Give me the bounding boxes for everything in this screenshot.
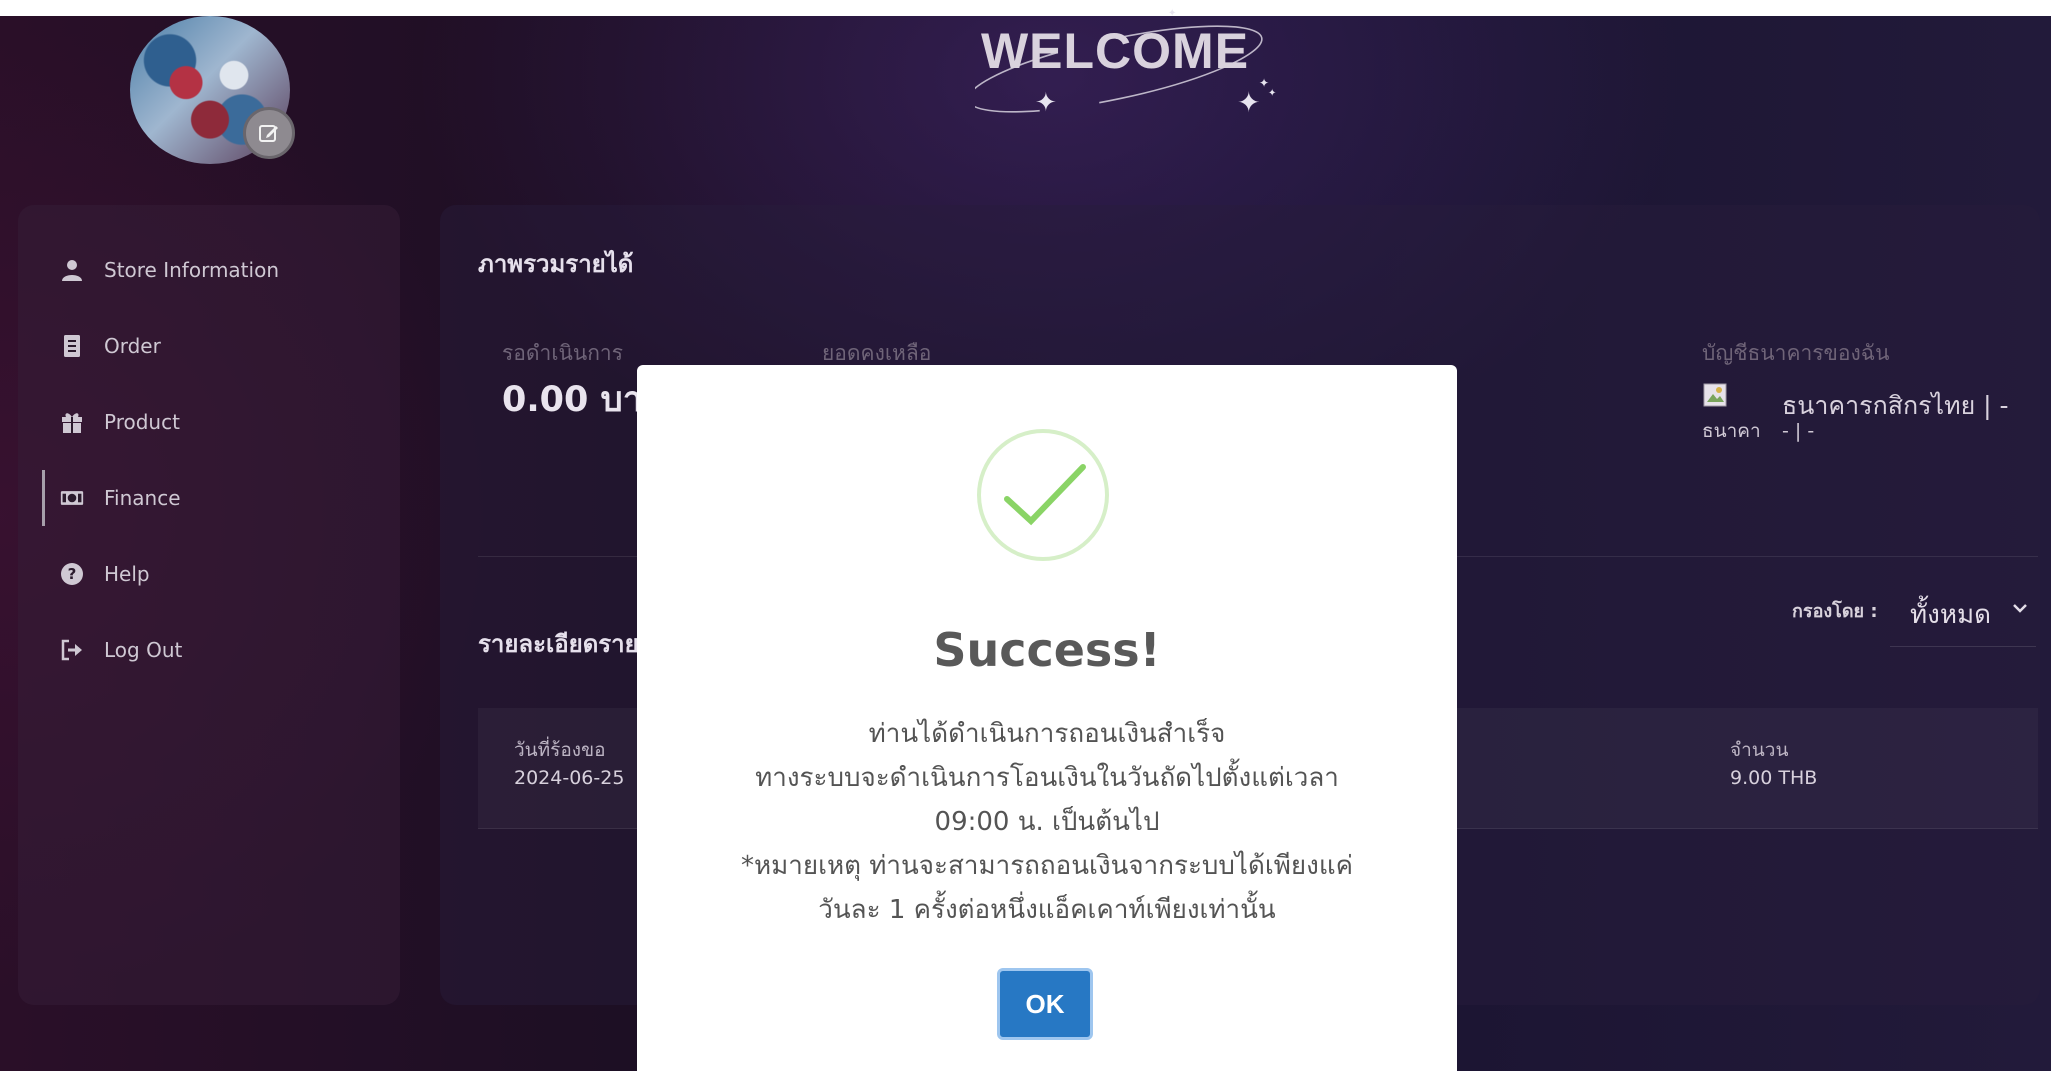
money-icon [60, 486, 84, 510]
dialog-message-line: 09:00 น. เป็นต้นไป [934, 807, 1160, 837]
row-date: 2024-06-25 [514, 767, 625, 789]
document-icon [60, 334, 84, 358]
dialog-message-line: วันละ 1 ครั้งต่อหนึ่งแอ็คเคาท์เพียงเท่าน… [818, 895, 1276, 925]
sparkle-icon: ✦ [1035, 88, 1057, 118]
dialog-message-line: ท่านได้ดำเนินการถอนเงินสำเร็จ [868, 719, 1226, 749]
bank-account-extra: - | - [1782, 420, 1815, 442]
ok-button[interactable]: OK [997, 968, 1093, 1040]
gift-icon [60, 410, 84, 434]
sidebar-item-label: Finance [104, 486, 181, 510]
sidebar-item-product[interactable]: Product [60, 402, 180, 442]
bank-label: บัญชีธนาคารของฉัน [1702, 341, 1890, 365]
filter-value: ทั้งหมด [1910, 600, 1991, 630]
sidebar-item-help[interactable]: ? Help [60, 554, 150, 594]
bank-image-alt: ธนาคา [1702, 420, 1761, 442]
edit-avatar-button[interactable] [243, 107, 295, 159]
logout-icon [60, 638, 84, 662]
sidebar-item-store-information[interactable]: Store Information [60, 250, 279, 290]
sidebar [18, 205, 400, 1005]
pending-value: 0.00 บา [502, 380, 643, 420]
sidebar-item-label: Product [104, 410, 180, 434]
sparkle-icon: ✦ [1237, 86, 1261, 119]
edit-icon [259, 125, 278, 142]
details-title: รายละเอียดราย [478, 630, 639, 658]
user-icon [60, 258, 84, 282]
sidebar-item-label: Log Out [104, 638, 183, 662]
sparkle-icon: ✦ [1268, 88, 1277, 99]
svg-text:?: ? [68, 565, 77, 583]
sidebar-item-finance[interactable]: Finance [60, 478, 181, 518]
success-check-icon [977, 429, 1109, 561]
filter-select[interactable]: ทั้งหมด [1890, 588, 2036, 647]
dialog-message-line: *หมายเหตุ ท่านจะสามารถถอนเงินจากระบบได้เ… [741, 851, 1353, 881]
sidebar-item-log-out[interactable]: Log Out [60, 630, 182, 670]
row-amount: 9.00 THB [1730, 767, 1818, 789]
active-indicator [42, 470, 45, 526]
overview-title: ภาพรวมรายได้ [478, 250, 634, 278]
sidebar-item-label: Store Information [104, 258, 279, 282]
col-amount-header: จำนวน [1730, 739, 1789, 761]
col-date-header: วันที่ร้องขอ [514, 739, 606, 761]
chevron-down-icon [2013, 604, 2027, 613]
success-dialog: Success! ท่านได้ดำเนินการถอนเงินสำเร็จ ท… [637, 365, 1457, 1071]
welcome-title: WELCOME [980, 23, 1250, 79]
sidebar-item-label: Help [104, 562, 150, 586]
filter-label: กรองโดย : [1792, 601, 1878, 622]
broken-image-icon [1703, 383, 1727, 407]
sidebar-item-order[interactable]: Order [60, 326, 161, 366]
sparkle-icon: ✦ [1168, 8, 1177, 19]
sidebar-item-label: Order [104, 334, 161, 358]
bank-name: ธนาคารกสิกรไทย | - [1782, 391, 2009, 420]
dialog-message-line: ทางระบบจะดำเนินการโอนเงินในวันถัดไปตั้งแ… [755, 763, 1339, 793]
question-icon: ? [60, 562, 84, 586]
pending-label: รอดำเนินการ [502, 341, 623, 365]
dialog-title: Success! [933, 623, 1161, 677]
